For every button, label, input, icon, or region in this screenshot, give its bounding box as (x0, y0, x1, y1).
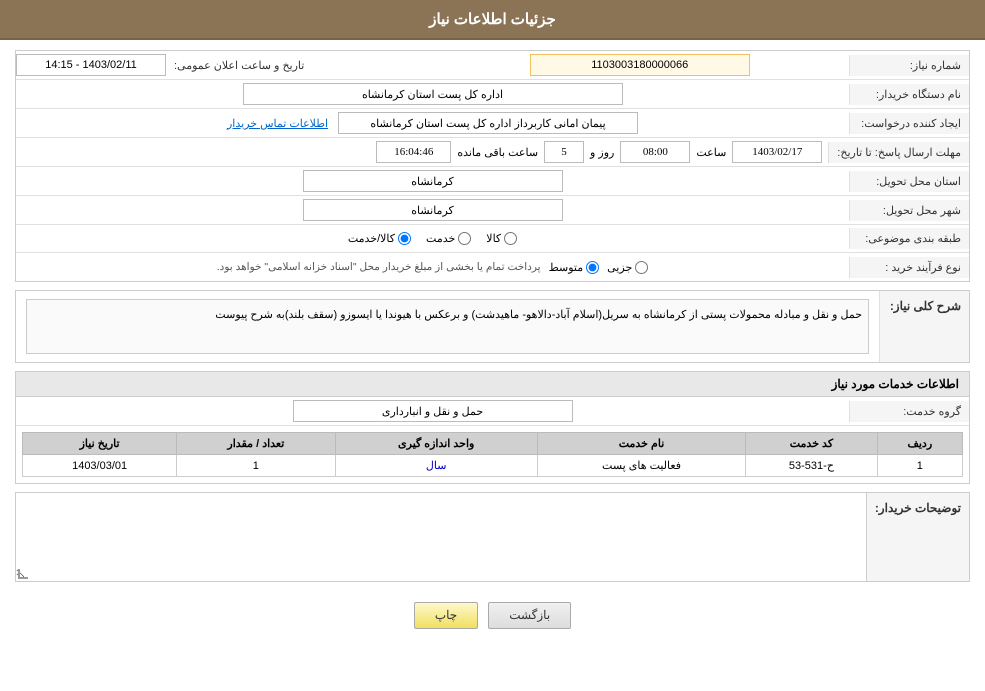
service-group-label: گروه خدمت: (849, 401, 969, 422)
main-info-section: شماره نیاز: تاریخ و ساعت اعلان عمومی: نا… (15, 50, 970, 282)
resize-handle (18, 569, 28, 579)
cat-radio-item-2[interactable]: خدمت (426, 232, 471, 245)
province-value-cell (16, 167, 849, 195)
process-note: پرداخت تمام یا بخشی از مبلغ خریدار محل "… (217, 261, 541, 273)
cat-radio-2-label: خدمت (426, 232, 455, 245)
process-radio-item-1[interactable]: جزیی (607, 261, 648, 274)
process-radio-item-2[interactable]: متوسط (549, 261, 600, 274)
category-radio-group: کالا خدمت کالا/خدمت (16, 228, 849, 249)
city-label: شهر محل تحویل: (849, 200, 969, 221)
service-group-input[interactable] (293, 400, 573, 422)
process-radio-1-label: جزیی (607, 261, 632, 274)
cell-row: 1 (877, 455, 962, 477)
process-label: نوع فرآیند خرید : (849, 257, 969, 278)
process-row: نوع فرآیند خرید : جزیی متوسط پرداخت تمام… (16, 253, 969, 281)
response-deadline-row: مهلت ارسال پاسخ: تا تاریخ: ساعت روز و سا… (16, 138, 969, 167)
need-number-row: شماره نیاز: تاریخ و ساعت اعلان عمومی: (16, 51, 969, 80)
cell-name: فعالیت های پست (537, 455, 745, 477)
col-row-header: ردیف (877, 433, 962, 455)
creator-input[interactable] (338, 112, 638, 134)
description-value-cell: حمل و نقل و مبادله محمولات پستی از کرمان… (16, 291, 879, 362)
creator-row: ایجاد کننده درخواست: اطلاعات تماس خریدار (16, 109, 969, 138)
response-time-input[interactable] (620, 141, 690, 163)
need-number-input[interactable] (530, 54, 750, 76)
cat-radio-3[interactable] (398, 232, 411, 245)
category-label: طبقه بندی موضوعی: (849, 228, 969, 249)
services-table: ردیف کد خدمت نام خدمت واحد اندازه گیری ت… (22, 432, 963, 477)
response-deadline-value-cell: ساعت روز و ساعت باقی مانده (16, 138, 828, 166)
cat-radio-2[interactable] (458, 232, 471, 245)
response-time-label: ساعت (696, 146, 726, 159)
buyer-notes-container (15, 492, 866, 582)
cat-radio-item-1[interactable]: کالا (486, 232, 517, 245)
description-label: شرح کلی نیاز: (879, 291, 969, 362)
cat-radio-1[interactable] (504, 232, 517, 245)
buyer-org-value-cell (16, 80, 849, 108)
announcement-section: تاریخ و ساعت اعلان عمومی: (16, 54, 431, 76)
buyer-notes-section: توضیحات خریدار: (15, 492, 970, 582)
cat-radio-1-label: کالا (486, 232, 501, 245)
city-input[interactable] (303, 199, 563, 221)
content-area: شماره نیاز: تاریخ و ساعت اعلان عمومی: نا… (0, 40, 985, 651)
announcement-datetime-input[interactable] (16, 54, 166, 76)
cat-radio-3-label: کالا/خدمت (348, 232, 395, 245)
city-row: شهر محل تحویل: (16, 196, 969, 225)
province-row: استان محل تحویل: (16, 167, 969, 196)
process-radio-2[interactable] (586, 261, 599, 274)
page-header: جزئیات اطلاعات نیاز (0, 0, 985, 40)
back-button[interactable]: بازگشت (488, 602, 571, 629)
city-value-cell (16, 196, 849, 224)
services-section-title: اطلاعات خدمات مورد نیاز (16, 372, 969, 397)
need-number-value-cell (431, 51, 850, 79)
cat-radio-item-3[interactable]: کالا/خدمت (348, 232, 411, 245)
col-name-header: نام خدمت (537, 433, 745, 455)
page-title: جزئیات اطلاعات نیاز (429, 11, 556, 28)
cell-code: ح-531-53 (746, 455, 878, 477)
province-label: استان محل تحویل: (849, 171, 969, 192)
process-radio-1[interactable] (635, 261, 648, 274)
creator-value-cell: اطلاعات تماس خریدار (16, 109, 849, 137)
description-section: شرح کلی نیاز: حمل و نقل و مبادله محمولات… (15, 290, 970, 363)
countdown-input[interactable] (376, 141, 451, 163)
col-unit-header: واحد اندازه گیری (335, 433, 537, 455)
buyer-org-row: نام دستگاه خریدار: (16, 80, 969, 109)
cell-unit: سال (335, 455, 537, 477)
creator-label: ایجاد کننده درخواست: (849, 113, 969, 134)
service-group-row: گروه خدمت: (16, 397, 969, 426)
services-section: اطلاعات خدمات مورد نیاز گروه خدمت: ردیف … (15, 371, 970, 484)
page-container: جزئیات اطلاعات نیاز شماره نیاز: تاریخ و … (0, 0, 985, 691)
category-row: طبقه بندی موضوعی: کالا خدمت کالا/خدمت (16, 225, 969, 253)
service-group-value-cell (16, 397, 849, 425)
table-header-row: ردیف کد خدمت نام خدمت واحد اندازه گیری ت… (23, 433, 963, 455)
services-table-container: ردیف کد خدمت نام خدمت واحد اندازه گیری ت… (16, 426, 969, 483)
table-row: 1 ح-531-53 فعالیت های پست سال 1 1403/03/… (23, 455, 963, 477)
need-number-label: شماره نیاز: (849, 55, 969, 76)
response-date-input[interactable] (732, 141, 822, 163)
buyer-org-label: نام دستگاه خریدار: (849, 84, 969, 105)
buyer-notes-textarea[interactable] (16, 493, 866, 578)
print-button[interactable]: چاپ (414, 602, 478, 629)
buttons-row: بازگشت چاپ (15, 590, 970, 641)
response-days-input[interactable] (544, 141, 584, 163)
col-qty-header: تعداد / مقدار (177, 433, 335, 455)
province-input[interactable] (303, 170, 563, 192)
cell-date: 1403/03/01 (23, 455, 177, 477)
announcement-label: تاریخ و ساعت اعلان عمومی: (166, 55, 312, 76)
cell-qty: 1 (177, 455, 335, 477)
buyer-notes-label: توضیحات خریدار: (866, 492, 970, 582)
process-radio-2-label: متوسط (549, 261, 584, 274)
contact-info-link[interactable]: اطلاعات تماس خریدار (227, 117, 328, 130)
description-text: حمل و نقل و مبادله محمولات پستی از کرمان… (26, 299, 869, 354)
response-days-label: روز و (590, 146, 614, 159)
col-code-header: کد خدمت (746, 433, 878, 455)
buyer-org-input[interactable] (243, 83, 623, 105)
countdown-label: ساعت باقی مانده (457, 146, 538, 159)
process-row-content: جزیی متوسط پرداخت تمام یا بخشی از مبلغ خ… (16, 257, 849, 278)
response-deadline-label: مهلت ارسال پاسخ: تا تاریخ: (828, 142, 969, 163)
col-date-header: تاریخ نیاز (23, 433, 177, 455)
